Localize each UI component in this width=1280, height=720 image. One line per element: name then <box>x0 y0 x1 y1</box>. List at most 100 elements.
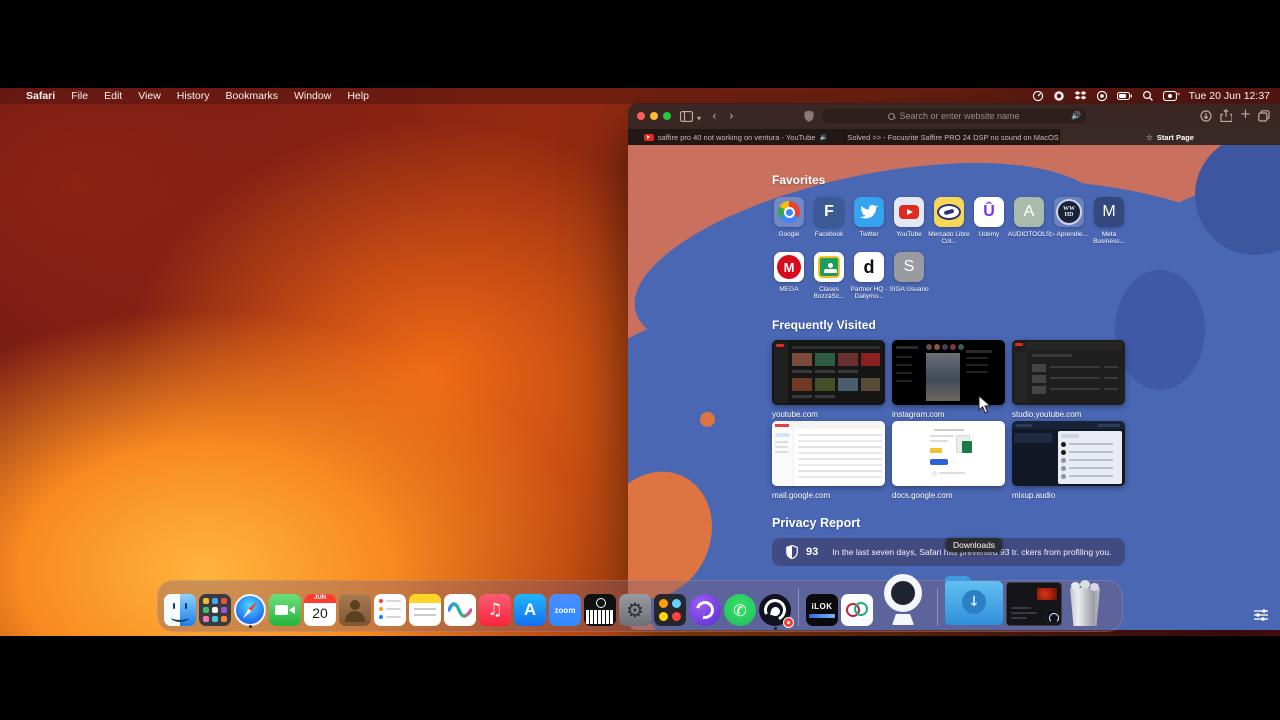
favorite-audiotools[interactable]: A <box>1014 197 1044 227</box>
whatsapp-icon[interactable]: ✆ <box>724 594 756 626</box>
minimized-obs-window[interactable] <box>1006 582 1062 626</box>
safari-toolbar: ▾ ‹ › Search or enter website name 🔊 + <box>628 103 1280 129</box>
appstore-glyph: A <box>523 600 537 619</box>
favorite-siga[interactable]: S <box>894 252 924 282</box>
site-label[interactable]: instagram.com <box>892 410 944 419</box>
finder-icon[interactable] <box>164 594 196 626</box>
reminders-icon[interactable] <box>374 594 406 626</box>
notes-icon[interactable] <box>409 594 441 626</box>
address-bar[interactable]: Search or enter website name 🔊 <box>822 109 1086 123</box>
monitor-circle-icon[interactable] <box>1053 90 1065 102</box>
webcam-app-icon[interactable] <box>876 572 930 626</box>
favorite-youtube[interactable] <box>894 197 924 227</box>
safari-dock-icon[interactable] <box>234 594 266 628</box>
calendar-icon[interactable]: JUN 20 <box>304 594 336 626</box>
ilok-icon[interactable]: iLOK <box>806 594 838 626</box>
site-label[interactable]: youtube.com <box>772 410 818 419</box>
favorite-label: Google <box>778 231 800 238</box>
trash-icon[interactable] <box>1065 580 1105 626</box>
wave-editor-icon[interactable] <box>444 594 476 626</box>
sliders-icon <box>1254 609 1268 621</box>
zoom-app-icon[interactable]: zoom <box>549 594 581 626</box>
menu-bookmarks[interactable]: Bookmarks <box>225 90 278 102</box>
favorite-mercado-libre[interactable] <box>934 197 964 227</box>
tab-audio-icon[interactable]: 🔉 <box>819 133 828 141</box>
site-label[interactable]: studio.youtube.com <box>1012 410 1081 419</box>
back-button[interactable]: ‹ <box>712 108 717 124</box>
thumbnail-google-docs[interactable] <box>892 421 1005 486</box>
udemy-glyph: Û <box>983 203 995 220</box>
favorite-label: Facebook <box>814 231 844 238</box>
chevron-down-icon[interactable]: ▾ <box>697 111 701 127</box>
favorite-aprendie[interactable]: WW HD <box>1054 197 1084 227</box>
thumbnail-youtube[interactable] <box>772 340 885 405</box>
thumbnail-youtube-studio[interactable] <box>1012 340 1125 405</box>
gauge-icon[interactable] <box>1032 90 1044 102</box>
menu-help[interactable]: Help <box>347 90 369 102</box>
menu-view[interactable]: View <box>138 90 161 102</box>
favorite-twitter[interactable] <box>854 197 884 227</box>
favorite-facebook[interactable]: F <box>814 197 844 227</box>
favorite-google[interactable] <box>774 197 804 227</box>
menu-bar-clock[interactable]: Tue 20 Jun 12:37 <box>1189 90 1270 102</box>
app-store-icon[interactable]: A <box>514 594 546 626</box>
tab-focusrite[interactable]: << Solved >> - Focusrite Saffire PRO 24 … <box>845 129 1060 145</box>
google-classroom-icon <box>818 256 840 278</box>
page-audio-icon[interactable]: 🔊 <box>1071 111 1081 120</box>
music-icon[interactable]: ♫ <box>479 594 511 626</box>
downloads-folder-icon[interactable]: ↓ <box>945 576 1003 626</box>
display-user-icon[interactable] <box>1162 90 1180 102</box>
pro-tools-icon[interactable] <box>689 594 721 626</box>
downloads-button[interactable] <box>1200 110 1212 126</box>
site-label[interactable]: docs.google.com <box>892 491 952 500</box>
favorite-star-icon[interactable]: ☆ <box>1146 133 1153 142</box>
close-button[interactable] <box>637 112 645 120</box>
menu-history[interactable]: History <box>177 90 210 102</box>
handshake-icon <box>937 204 961 220</box>
loopback-icon[interactable] <box>841 594 873 626</box>
thumbnail-mixup[interactable] <box>1012 421 1125 486</box>
dropbox-icon[interactable] <box>1074 90 1087 102</box>
site-label[interactable]: mixup.audio <box>1012 491 1055 500</box>
menu-edit[interactable]: Edit <box>104 90 122 102</box>
sidebar-icon[interactable] <box>679 110 694 126</box>
menu-safari[interactable]: Safari <box>26 90 55 102</box>
davinci-resolve-icon[interactable] <box>654 594 686 626</box>
tab-start-page[interactable]: ☆ Start Page <box>1060 129 1280 145</box>
chrome-icon <box>778 201 800 223</box>
tab-label: saffire pro 40 not working on ventura - … <box>657 132 816 142</box>
launchpad-icon[interactable] <box>199 594 231 626</box>
battery-icon[interactable] <box>1116 91 1133 101</box>
favorite-clases[interactable] <box>814 252 844 282</box>
site-label[interactable]: mail.google.com <box>772 491 830 500</box>
favorite-partner-hq[interactable]: d <box>854 252 884 282</box>
menu-window[interactable]: Window <box>294 90 331 102</box>
system-settings-icon[interactable]: ⚙ <box>619 594 651 626</box>
zoom-window-button[interactable] <box>663 112 671 120</box>
forward-button[interactable]: › <box>729 108 734 124</box>
record-icon[interactable] <box>1096 90 1108 102</box>
share-icon[interactable] <box>1220 108 1233 126</box>
facetime-icon[interactable] <box>269 594 301 626</box>
search-icon <box>888 112 896 120</box>
minimize-button[interactable] <box>650 112 658 120</box>
spotlight-icon[interactable] <box>1142 90 1154 102</box>
favorite-mega[interactable]: M <box>774 252 804 282</box>
favorite-label: Meta Business... <box>1093 231 1125 246</box>
tab-overview-button[interactable] <box>1258 110 1270 126</box>
menu-file[interactable]: File <box>71 90 88 102</box>
obs-icon[interactable] <box>759 594 794 630</box>
customize-start-page-button[interactable] <box>1252 606 1270 624</box>
new-tab-button[interactable]: + <box>1240 107 1251 123</box>
contacts-icon[interactable] <box>339 594 371 626</box>
thumbnail-gmail[interactable] <box>772 421 885 486</box>
dailymotion-glyph: d <box>863 256 875 277</box>
favorite-udemy[interactable]: Û <box>974 197 1004 227</box>
tab-youtube[interactable]: saffire pro 40 not working on ventura - … <box>628 129 845 145</box>
favorite-label: Clases BozzáSc... <box>813 286 845 301</box>
mouse-cursor <box>978 394 992 420</box>
favorite-meta-business[interactable]: M <box>1094 197 1124 227</box>
start-page: Favorites F Û A WW HD M Google Facebook T… <box>628 145 1280 630</box>
piano-app-icon[interactable] <box>584 594 616 626</box>
dock-separator <box>937 588 938 626</box>
